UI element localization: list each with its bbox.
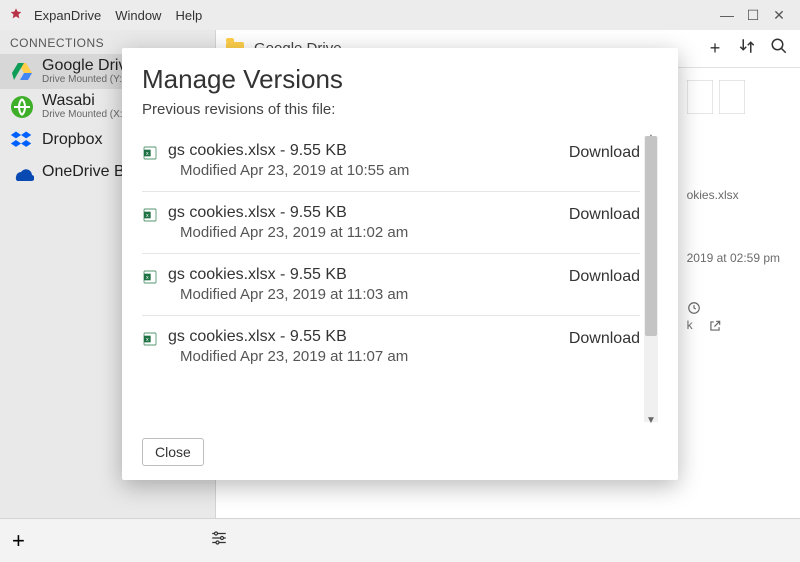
version-modified: Modified Apr 23, 2019 at 11:02 am	[168, 224, 559, 241]
version-filename: gs cookies.xlsx - 9.55 KB	[168, 328, 559, 346]
download-link[interactable]: Download	[569, 268, 640, 286]
background-preview: okies.xlsx 2019 at 02:59 pm k	[687, 80, 780, 336]
excel-file-icon: x	[142, 331, 158, 349]
version-filename: gs cookies.xlsx - 9.55 KB	[168, 142, 559, 160]
ghost-filename: okies.xlsx	[687, 184, 780, 207]
version-modified: Modified Apr 23, 2019 at 10:55 am	[168, 162, 559, 179]
external-link-icon	[708, 318, 722, 332]
history-icon	[687, 300, 701, 314]
close-button[interactable]: Close	[142, 438, 204, 466]
version-row: x gs cookies.xlsx - 9.55 KB Modified Apr 2…	[142, 316, 640, 377]
connection-status: Drive Mounted (X:)	[42, 110, 126, 121]
menu-help[interactable]: Help	[175, 8, 202, 23]
connection-name: Dropbox	[42, 132, 102, 149]
dialog-title: Manage Versions	[142, 64, 658, 95]
versions-list: x gs cookies.xlsx - 9.55 KB Modified Apr 2…	[142, 130, 658, 428]
onedrive-icon	[10, 161, 34, 185]
download-link[interactable]: Download	[569, 206, 640, 224]
version-row: x gs cookies.xlsx - 9.55 KB Modified Apr 2…	[142, 192, 640, 254]
titlebar: ExpanDrive Window Help — ☐ ✕	[0, 0, 800, 30]
scroll-down-icon[interactable]: ▼	[646, 415, 656, 426]
ghost-date: 2019 at 02:59 pm	[687, 247, 780, 270]
svg-text:x: x	[146, 275, 149, 281]
svg-text:x: x	[146, 337, 149, 343]
add-button[interactable]: +	[704, 38, 726, 59]
add-connection-button[interactable]: +	[12, 528, 25, 554]
window-close-icon[interactable]: ✕	[766, 7, 792, 24]
svg-text:x: x	[146, 151, 149, 157]
scrollbar[interactable]: ▲ ▼	[644, 136, 658, 422]
dropbox-icon	[10, 129, 34, 153]
version-modified: Modified Apr 23, 2019 at 11:07 am	[168, 348, 559, 365]
app-logo-icon	[8, 7, 24, 23]
excel-file-icon: x	[142, 207, 158, 225]
bottom-bar: +	[0, 518, 800, 562]
excel-file-icon: x	[142, 145, 158, 163]
manage-versions-dialog: Manage Versions Previous revisions of th…	[122, 48, 678, 480]
menu-window[interactable]: Window	[115, 8, 161, 23]
window-minimize-icon[interactable]: —	[714, 7, 740, 23]
download-link[interactable]: Download	[569, 330, 640, 348]
version-filename: gs cookies.xlsx - 9.55 KB	[168, 204, 559, 222]
ghost-action: k	[687, 314, 693, 337]
dialog-subtitle: Previous revisions of this file:	[142, 101, 658, 118]
version-filename: gs cookies.xlsx - 9.55 KB	[168, 266, 559, 284]
google-drive-icon	[10, 60, 34, 84]
version-modified: Modified Apr 23, 2019 at 11:03 am	[168, 286, 559, 303]
version-row: x gs cookies.xlsx - 9.55 KB Modified Apr 2…	[142, 254, 640, 316]
excel-file-icon: x	[142, 269, 158, 287]
scrollbar-thumb[interactable]	[645, 136, 657, 336]
settings-button[interactable]	[210, 529, 228, 552]
sort-button[interactable]	[736, 37, 758, 60]
download-link[interactable]: Download	[569, 144, 640, 162]
search-button[interactable]	[768, 37, 790, 60]
connection-name: Wasabi	[42, 93, 126, 110]
window-maximize-icon[interactable]: ☐	[740, 7, 766, 24]
wasabi-icon	[10, 95, 34, 119]
version-row: x gs cookies.xlsx - 9.55 KB Modified Apr 2…	[142, 130, 640, 192]
svg-text:x: x	[146, 213, 149, 219]
menu-appname[interactable]: ExpanDrive	[34, 8, 101, 23]
